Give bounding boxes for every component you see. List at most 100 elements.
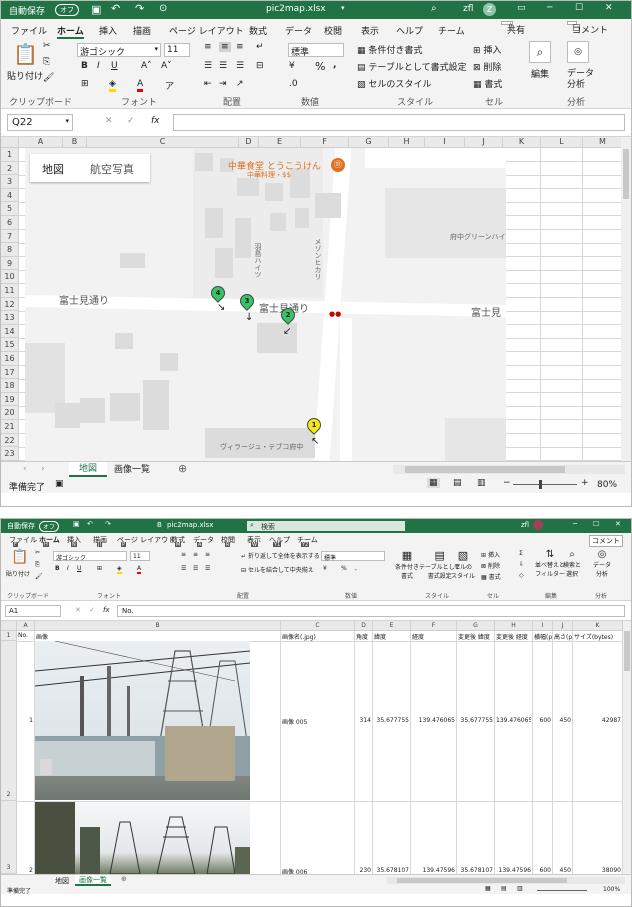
align-middle-icon[interactable]: ≡ — [193, 551, 198, 558]
column-header[interactable]: H — [389, 137, 425, 148]
data-cell[interactable]: 1 — [18, 717, 33, 724]
column-header[interactable]: B — [35, 621, 281, 631]
column-header[interactable]: L — [541, 137, 583, 148]
paste-icon[interactable]: 📋 — [11, 549, 28, 565]
font-color-icon[interactable]: A — [137, 79, 144, 92]
search-box[interactable]: ⌕ 検索 — [247, 521, 405, 531]
page-layout-view-icon[interactable]: ▤ — [501, 885, 507, 892]
column-header[interactable]: H — [495, 621, 533, 631]
shrink-font-button[interactable]: A˅ — [161, 61, 172, 71]
tab-home[interactable]: ホーム — [57, 24, 84, 39]
search-icon[interactable]: ⌕ — [431, 3, 437, 14]
tab-data[interactable]: データ — [285, 24, 312, 37]
comment-button[interactable]: ▢ コメント — [567, 21, 608, 36]
row-header[interactable]: 5 — [1, 202, 19, 216]
table-format-button[interactable]: ▤ テーブルとして書式設定 — [357, 60, 467, 73]
zoom-thumb[interactable] — [539, 480, 542, 489]
data-cell[interactable]: 35.677755 — [458, 717, 493, 724]
data-cell[interactable]: 139.47596 — [496, 867, 531, 874]
conditional-format-button[interactable]: ▦ 条件付き 書式 — [395, 549, 419, 580]
undo-icon[interactable]: ↶ — [87, 520, 93, 528]
row-header[interactable]: 2 — [1, 641, 17, 801]
normal-view-icon[interactable]: ▦ — [485, 885, 491, 892]
fill-color-icon[interactable]: ◈ — [117, 565, 122, 574]
header-cell[interactable]: 横幅(px) — [534, 632, 552, 641]
row-header[interactable]: 21 — [1, 420, 19, 434]
tab-help[interactable]: ヘルプ — [396, 24, 423, 37]
underline-button[interactable]: U — [111, 61, 118, 71]
comment-button[interactable]: コメント — [589, 535, 623, 547]
column-header[interactable]: G — [349, 137, 389, 148]
find-select-button[interactable]: ⌕ 検索と 選択 — [563, 549, 581, 578]
column-header[interactable]: K — [503, 137, 541, 148]
formula-input[interactable] — [173, 114, 625, 131]
fill-icon[interactable]: ⇩ — [519, 561, 524, 568]
column-header[interactable]: F — [411, 621, 457, 631]
copy-icon[interactable]: ⎘ — [43, 57, 50, 67]
select-all-corner[interactable] — [1, 137, 19, 148]
horizontal-scrollbar[interactable] — [393, 465, 625, 474]
avatar[interactable] — [533, 520, 543, 530]
undo-icon[interactable]: ↶ — [111, 2, 120, 15]
zoom-slider[interactable] — [537, 890, 587, 891]
column-header[interactable]: E — [373, 621, 411, 631]
delete-cells-button[interactable]: ⊠ 削除 — [481, 561, 500, 570]
row-header[interactable]: 6 — [1, 216, 19, 230]
number-format-select[interactable]: 標準 — [321, 551, 385, 562]
column-header[interactable]: B — [63, 137, 87, 148]
data-cell[interactable]: 38090 — [574, 867, 621, 874]
vertical-scrollbar[interactable] — [621, 137, 631, 461]
photo-image-006[interactable] — [35, 802, 250, 874]
format-cells-button[interactable]: ▦ 書式 — [473, 77, 502, 90]
save-icon[interactable]: ▣ — [73, 520, 80, 528]
maximize-icon[interactable]: ☐ — [593, 520, 599, 528]
customize-icon[interactable]: ⊙ — [159, 3, 167, 14]
header-cell[interactable]: 変更後 緯度 — [458, 632, 494, 641]
enter-icon[interactable]: ✓ — [127, 116, 135, 126]
paste-icon[interactable]: 📋 — [13, 42, 38, 66]
aerial-button[interactable]: 航空写真 — [90, 161, 134, 177]
horizontal-scrollbar[interactable] — [387, 877, 625, 884]
font-color-icon[interactable]: A — [137, 565, 142, 574]
header-cell[interactable]: 高さ(px) — [554, 632, 572, 641]
copy-icon[interactable]: ⎘ — [35, 561, 40, 569]
border-icon[interactable]: ⊞ — [97, 565, 102, 572]
grow-font-button[interactable]: A˄ — [141, 61, 152, 71]
font-size-select[interactable]: 11 — [164, 43, 190, 57]
maximize-icon[interactable]: ☐ — [575, 3, 583, 13]
add-sheet-icon[interactable]: ⊕ — [121, 875, 127, 883]
row-header[interactable]: 1 — [1, 631, 17, 641]
zoom-slider[interactable] — [513, 480, 577, 489]
data-cell[interactable]: 画像 005 — [282, 717, 353, 726]
indent-increase-icon[interactable]: ⇥ — [219, 79, 227, 89]
minimize-icon[interactable]: ─ — [573, 520, 577, 528]
row-header[interactable]: 12 — [1, 297, 19, 312]
save-icon[interactable]: ▣ — [91, 3, 101, 16]
minimize-icon[interactable]: ─ — [547, 3, 552, 13]
conditional-format-button[interactable]: ▦ 条件付き書式 — [357, 43, 422, 56]
page-break-view-icon[interactable]: ▥ — [477, 478, 486, 488]
insert-cells-button[interactable]: ⊞ 挿入 — [481, 550, 500, 559]
align-left-icon[interactable]: ☰ — [181, 565, 186, 572]
avatar[interactable]: Z — [483, 3, 496, 16]
column-header[interactable]: E — [259, 137, 301, 148]
redo-icon[interactable]: ↷ — [105, 520, 111, 528]
data-cell[interactable]: 139.476065 — [496, 717, 531, 724]
data-analysis-icon[interactable]: ◎ — [567, 41, 589, 63]
data-cell[interactable]: 139.47596 — [412, 867, 455, 874]
align-center-icon[interactable]: ☰ — [219, 61, 227, 71]
header-cell[interactable]: No. — [18, 632, 34, 639]
paste-label[interactable]: 貼り付け — [7, 69, 43, 82]
row-header[interactable]: 13 — [1, 311, 19, 325]
photo-image-005[interactable] — [35, 641, 250, 800]
number-format-select[interactable]: 標準 — [288, 43, 344, 58]
align-right-icon[interactable]: ☰ — [236, 61, 244, 71]
map-button[interactable]: 地図 — [42, 161, 64, 177]
column-header[interactable]: J — [465, 137, 503, 148]
row-header[interactable]: 17 — [1, 365, 19, 380]
zoom-out-icon[interactable]: − — [503, 478, 511, 488]
header-cell[interactable]: サイズ(bytes) — [574, 632, 622, 641]
row-header[interactable]: 18 — [1, 379, 19, 393]
align-top-icon[interactable]: ≡ — [204, 42, 212, 52]
header-cell[interactable]: 角度 — [356, 632, 372, 641]
